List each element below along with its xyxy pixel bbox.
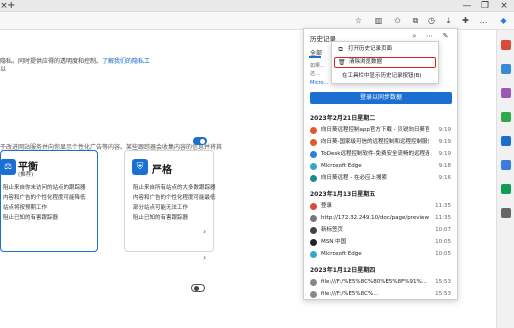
chevron-right-icon[interactable]: › xyxy=(203,227,206,236)
tools-icon[interactable] xyxy=(501,88,511,98)
trash-icon: 🗑 xyxy=(338,59,346,66)
file-favicon-icon xyxy=(310,279,317,286)
search-icon[interactable]: ⌕ xyxy=(410,32,419,41)
privacy-intro-cont: 以 xyxy=(0,66,7,73)
edge-favicon-icon xyxy=(310,163,317,170)
sunflower-favicon-icon xyxy=(310,127,317,134)
history-item[interactable]: http://172.32.249.10/doc/page/preview.as… xyxy=(308,213,455,224)
history-date-header: 2023年2月21日星期二 xyxy=(310,115,376,122)
history-item[interactable]: MSN 中国 10:05 xyxy=(308,237,455,248)
favorites-icon[interactable]: ✩ xyxy=(392,15,403,26)
new-tab-favicon-icon xyxy=(310,227,317,234)
pin-icon[interactable]: ✎ xyxy=(441,32,450,41)
chevron-right-icon[interactable]: › xyxy=(203,253,206,262)
more-options-icon[interactable]: ⋯ xyxy=(425,32,434,41)
edge-sidebar xyxy=(496,30,514,328)
privacy-learn-more-link[interactable]: 了解我们的隐私工 xyxy=(102,58,150,65)
clear-browsing-data-item[interactable]: 🗑 清除浏览数据 xyxy=(334,57,436,68)
sunflower-favicon-icon xyxy=(310,139,317,146)
drop-icon[interactable] xyxy=(501,184,511,194)
history-item[interactable]: file:///F:/%E5%8C%... 15:53 xyxy=(308,289,455,299)
shield-icon: ⛨ xyxy=(132,159,148,175)
history-more-menu: ⧉ 打开历史记录页面 🗑 清除浏览数据 在工具栏中显示历史记录按钮(B) xyxy=(331,41,439,84)
bing-favicon-icon xyxy=(310,175,317,182)
history-date-header: 2023年1月13日星期五 xyxy=(310,191,376,198)
office-icon[interactable] xyxy=(501,136,511,146)
more-options-icon[interactable]: … xyxy=(478,15,489,26)
star-icon[interactable]: ☆ xyxy=(353,15,364,26)
history-item[interactable]: 向日葵-国家级可信的远程控制和远程控制服务 9:19 xyxy=(308,137,455,148)
strict-item: 阻止已知的有害跟踪器 xyxy=(133,215,189,221)
login-favicon-icon xyxy=(310,203,317,210)
history-item[interactable]: ToDesk远程控制软件-免费安全流畅的远程连接 9:19 xyxy=(308,149,455,160)
history-item[interactable]: file:///F:/%E5%8C%80%E5%8F%91%... 15:53 xyxy=(308,277,455,288)
strict-item: 部分站点可能无法工作 xyxy=(133,205,189,211)
tracking-prevention-toggle[interactable] xyxy=(193,137,207,145)
edge-favicon-icon xyxy=(310,251,317,258)
copilot-icon[interactable]: ◆ xyxy=(498,15,509,26)
history-item[interactable]: 登录 11:35 xyxy=(308,201,455,212)
balanced-item: 内容和广告的个性化程度可能降低 xyxy=(3,195,86,201)
extensions-icon[interactable]: ✚ xyxy=(460,15,471,26)
shopping-icon[interactable] xyxy=(501,64,511,74)
sync-note: 如果... xyxy=(310,63,325,69)
collections-icon[interactable]: ⧉ xyxy=(410,15,421,26)
strict-item: 内容和广告的个性化程度可能最低 xyxy=(133,195,216,201)
restore-icon[interactable]: ❐ xyxy=(479,0,491,12)
balanced-item: 阻止来自你未访问的站点的跟踪器 xyxy=(3,185,86,191)
file-favicon-icon xyxy=(310,291,317,298)
show-history-button-item[interactable]: 在工具栏中显示历史记录按钮(B) xyxy=(332,71,438,82)
balanced-option-card[interactable]: ⚖ 平衡 (推荐) 阻止来自你未访问的站点的跟踪器 内容和广告的个性化程度可能降… xyxy=(0,150,98,252)
games-icon[interactable] xyxy=(501,112,511,122)
balanced-item: 站点将按预期工作 xyxy=(3,205,48,211)
open-page-icon: ⧉ xyxy=(338,46,343,53)
microsoft-account-link[interactable]: Micro... xyxy=(310,80,328,86)
tab-bar: × + — ❐ × xyxy=(0,0,514,12)
downloads-icon[interactable]: ⤓ xyxy=(443,15,454,26)
history-item[interactable]: 新标签页 10:07 xyxy=(308,225,455,236)
balanced-item: 阻止已知的有害跟踪器 xyxy=(3,215,59,221)
history-item[interactable]: 向日葵远程 - 在必应上搜索 9:16 xyxy=(308,173,455,184)
add-sidebar-app-icon[interactable] xyxy=(501,208,511,218)
history-icon[interactable]: ◷ xyxy=(426,15,437,26)
history-item[interactable]: Microsoft Edge 10:05 xyxy=(308,249,455,260)
outlook-icon[interactable] xyxy=(501,160,511,170)
history-item[interactable]: 向日葵远程控制app官方下载 - 贝锐向日葵官网 9:19 xyxy=(308,125,455,136)
history-item[interactable]: Microsoft Edge 9:18 xyxy=(308,161,455,172)
privacy-intro: 隐私。同时提供应得的透明度和控制。了解我们的隐私工 xyxy=(0,58,151,65)
window-close-icon[interactable]: × xyxy=(498,0,510,12)
split-screen-icon[interactable]: ▥ xyxy=(373,15,384,26)
open-history-page-item[interactable]: ⧉ 打开历史记录页面 xyxy=(332,44,438,55)
search-sidebar-icon[interactable] xyxy=(501,40,511,50)
minimize-icon[interactable]: — xyxy=(461,0,473,12)
strict-inprivate-toggle[interactable] xyxy=(191,284,205,292)
strict-option-card[interactable]: ⛨ 严格 阻止来自所有站点的大多数跟踪器 内容和广告的个性化程度可能最低 部分站… xyxy=(124,150,216,252)
strict-item: 阻止来自所有站点的大多数跟踪器 xyxy=(133,185,216,191)
history-date-header: 2023年1月12日星期四 xyxy=(310,267,376,274)
tab-all-underline xyxy=(309,56,321,58)
strict-title: 严格 xyxy=(152,165,172,176)
todesk-favicon-icon xyxy=(310,151,317,158)
globe-favicon-icon xyxy=(310,215,317,222)
balance-scale-icon: ⚖ xyxy=(0,159,16,175)
sign-in-sync-button[interactable]: 登录以同步数据 xyxy=(310,92,452,104)
sync-note: 还... xyxy=(310,71,320,77)
msn-favicon-icon xyxy=(310,239,317,246)
new-tab-icon[interactable]: + xyxy=(7,0,15,12)
balanced-subtitle: (推荐) xyxy=(18,172,34,178)
